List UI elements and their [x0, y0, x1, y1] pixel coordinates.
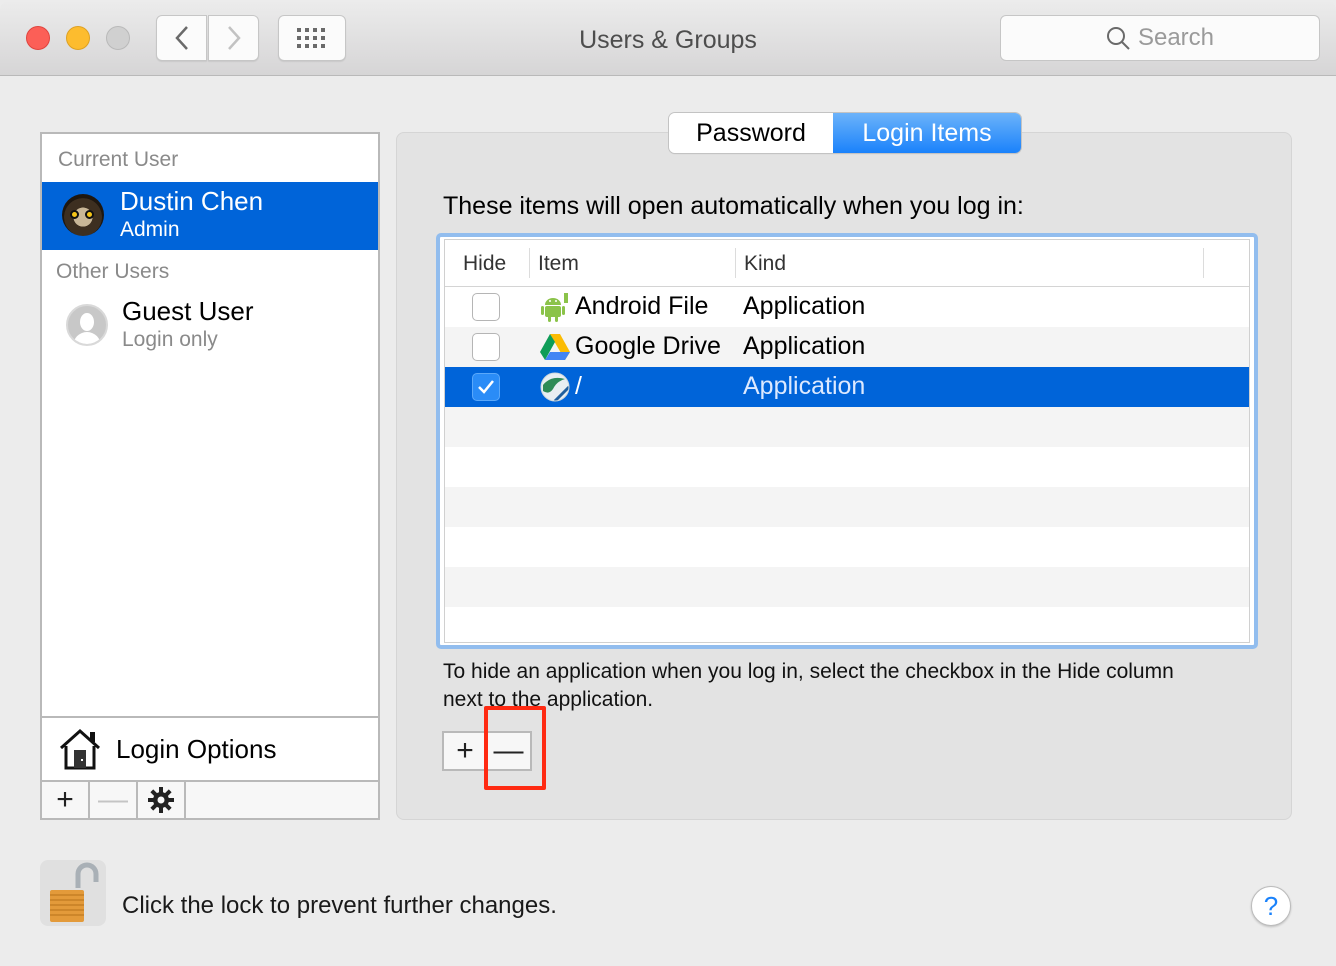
google-drive-icon	[540, 334, 570, 360]
item-name: Google Drive	[575, 332, 721, 360]
add-user-button[interactable]: +	[42, 782, 90, 818]
tab-password[interactable]: Password	[669, 113, 833, 153]
empty-row	[445, 407, 1249, 447]
action-menu-button[interactable]	[138, 782, 186, 818]
current-user-name: Dustin Chen	[120, 186, 264, 216]
tab-login-items[interactable]: Login Items	[833, 113, 1021, 153]
user-row-current[interactable]: Dustin Chen Admin	[42, 182, 378, 250]
tab-bar: Password Login Items	[669, 113, 1021, 153]
unlocked-padlock-icon	[50, 862, 99, 922]
lock-button[interactable]	[40, 860, 106, 926]
guest-user-role: Login only	[122, 328, 218, 351]
login-options-label: Login Options	[116, 733, 277, 764]
avatar-eye-right	[85, 210, 94, 219]
empty-row	[445, 527, 1249, 567]
column-separator	[529, 248, 530, 278]
login-options-item[interactable]: Login Options	[42, 716, 378, 780]
column-separator	[1203, 248, 1204, 278]
remove-user-button[interactable]: —	[90, 782, 138, 818]
column-header-item[interactable]: Item	[538, 240, 579, 287]
avatar-head-shape	[80, 313, 94, 331]
item-kind: Application	[743, 332, 866, 360]
empty-row	[445, 487, 1249, 527]
globe-app-icon	[540, 372, 571, 403]
hide-checkbox[interactable]	[472, 333, 500, 361]
other-users-label: Other Users	[56, 260, 170, 283]
hide-help-text: To hide an application when you log in, …	[443, 660, 1174, 711]
user-row-guest[interactable]: Guest User Login only	[42, 292, 378, 360]
search-field[interactable]: Search	[1000, 15, 1320, 61]
title-bar: Users & Groups Search	[0, 0, 1336, 76]
search-icon	[1106, 27, 1130, 50]
column-header-kind[interactable]: Kind	[744, 240, 786, 287]
login-items-intro: These items will open automatically when…	[443, 192, 1024, 220]
table-header: Hide Item Kind	[445, 240, 1249, 287]
table-row-selected[interactable]: / Application	[445, 367, 1249, 407]
login-items-table: Hide Item Kind Android File Application …	[436, 233, 1258, 649]
guest-avatar	[66, 304, 108, 346]
item-name: Android File	[575, 292, 709, 320]
owl-avatar	[62, 194, 104, 236]
help-button[interactable]: ?	[1251, 886, 1291, 926]
house-icon	[59, 728, 101, 770]
checkmark-icon	[478, 380, 494, 394]
table-row[interactable]: Android File Application	[445, 287, 1249, 327]
table-row[interactable]: Google Drive Application	[445, 327, 1249, 367]
empty-row	[445, 447, 1249, 487]
empty-row	[445, 607, 1249, 642]
users-sidebar: Current User Dustin Chen Admin Other Use…	[40, 132, 380, 820]
add-login-item-button[interactable]: +	[444, 733, 488, 769]
sidebar-toolbar: + —	[42, 780, 378, 818]
item-kind: Application	[743, 372, 866, 400]
lock-status-text: Click the lock to prevent further change…	[122, 892, 557, 919]
search-placeholder: Search	[1137, 24, 1215, 51]
annotation-highlight-box	[484, 706, 546, 790]
hide-checkbox-checked[interactable]	[472, 373, 500, 401]
current-user-role: Admin	[120, 218, 180, 241]
empty-row	[445, 567, 1249, 607]
gear-icon	[148, 787, 174, 813]
table-body: Hide Item Kind Android File Application …	[444, 239, 1250, 643]
guest-user-name: Guest User	[122, 296, 254, 326]
current-user-label: Current User	[58, 148, 179, 171]
hide-checkbox[interactable]	[472, 293, 500, 321]
column-separator	[735, 248, 736, 278]
item-kind: Application	[743, 292, 866, 320]
column-header-hide[interactable]: Hide	[463, 240, 506, 287]
android-icon	[541, 293, 568, 322]
avatar-eye-left	[70, 210, 79, 219]
item-name: /	[575, 372, 582, 400]
avatar-body-shape	[73, 332, 101, 344]
table-rows: Android File Application Google Drive Ap…	[445, 287, 1249, 642]
